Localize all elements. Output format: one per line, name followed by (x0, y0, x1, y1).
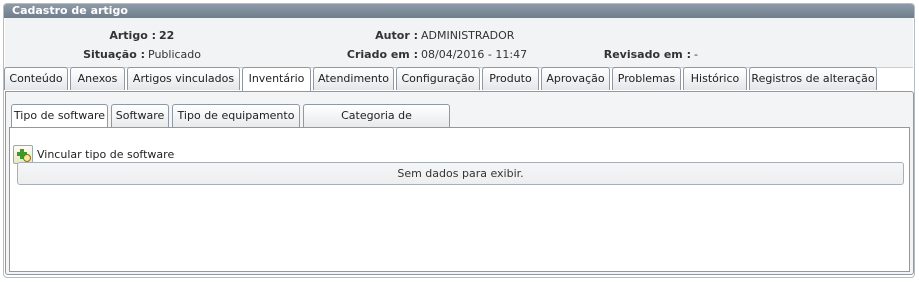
empty-grid-message: Sem dados para exibir. (17, 162, 904, 185)
situacao-label: Situação : (83, 48, 145, 61)
situacao-value: Publicado (148, 48, 202, 61)
artigo-value: 22 (159, 29, 175, 42)
panel-title: Cadastro de artigo (4, 4, 914, 18)
criado-label: Criado em : (346, 48, 418, 61)
add-magnifier-icon[interactable] (13, 144, 33, 164)
vincular-tipo-software-label[interactable]: Vincular tipo de software (37, 148, 174, 161)
tab-anexos[interactable]: Anexos (70, 67, 125, 90)
revisado-label: Revisado em : (603, 48, 691, 61)
autor-value: ADMINISTRADOR (421, 29, 515, 42)
tab-historico[interactable]: Histórico (683, 67, 747, 90)
criado-value: 08/04/2016 - 11:47 (421, 48, 528, 61)
tab-registros-alteracao[interactable]: Registros de alteração (749, 67, 877, 90)
tab-atendimento[interactable]: Atendimento (313, 67, 394, 90)
tab-aprovacao[interactable]: Aprovação (541, 67, 610, 90)
tab-inventario[interactable]: Inventário (242, 67, 311, 92)
tipo-software-content: Vincular tipo de software (9, 127, 910, 272)
tab-problemas[interactable]: Problemas (612, 67, 681, 90)
vincular-tipo-software-link[interactable]: Vincular tipo de software (13, 144, 174, 164)
revisado-value: - (694, 48, 698, 61)
tab-artigos-vinculados[interactable]: Artigos vinculados (127, 67, 240, 90)
subtab-categoria-equipamento[interactable]: Categoria de equipamento (303, 104, 450, 144)
subtab-tipo-software[interactable]: Tipo de software (11, 104, 108, 128)
tab-produto[interactable]: Produto (482, 67, 539, 90)
subtab-software[interactable]: Software (111, 104, 169, 127)
article-info: Artigo : 22 Autor : ADMINISTRADOR Situaç… (5, 18, 913, 68)
autor-label: Autor : (375, 29, 418, 42)
artigo-label: Artigo : (109, 29, 156, 42)
tab-conteudo[interactable]: Conteúdo (4, 67, 68, 90)
tab-configuracao[interactable]: Configuração (396, 67, 480, 90)
subtab-tipo-equipamento[interactable]: Tipo de equipamento (172, 104, 300, 127)
